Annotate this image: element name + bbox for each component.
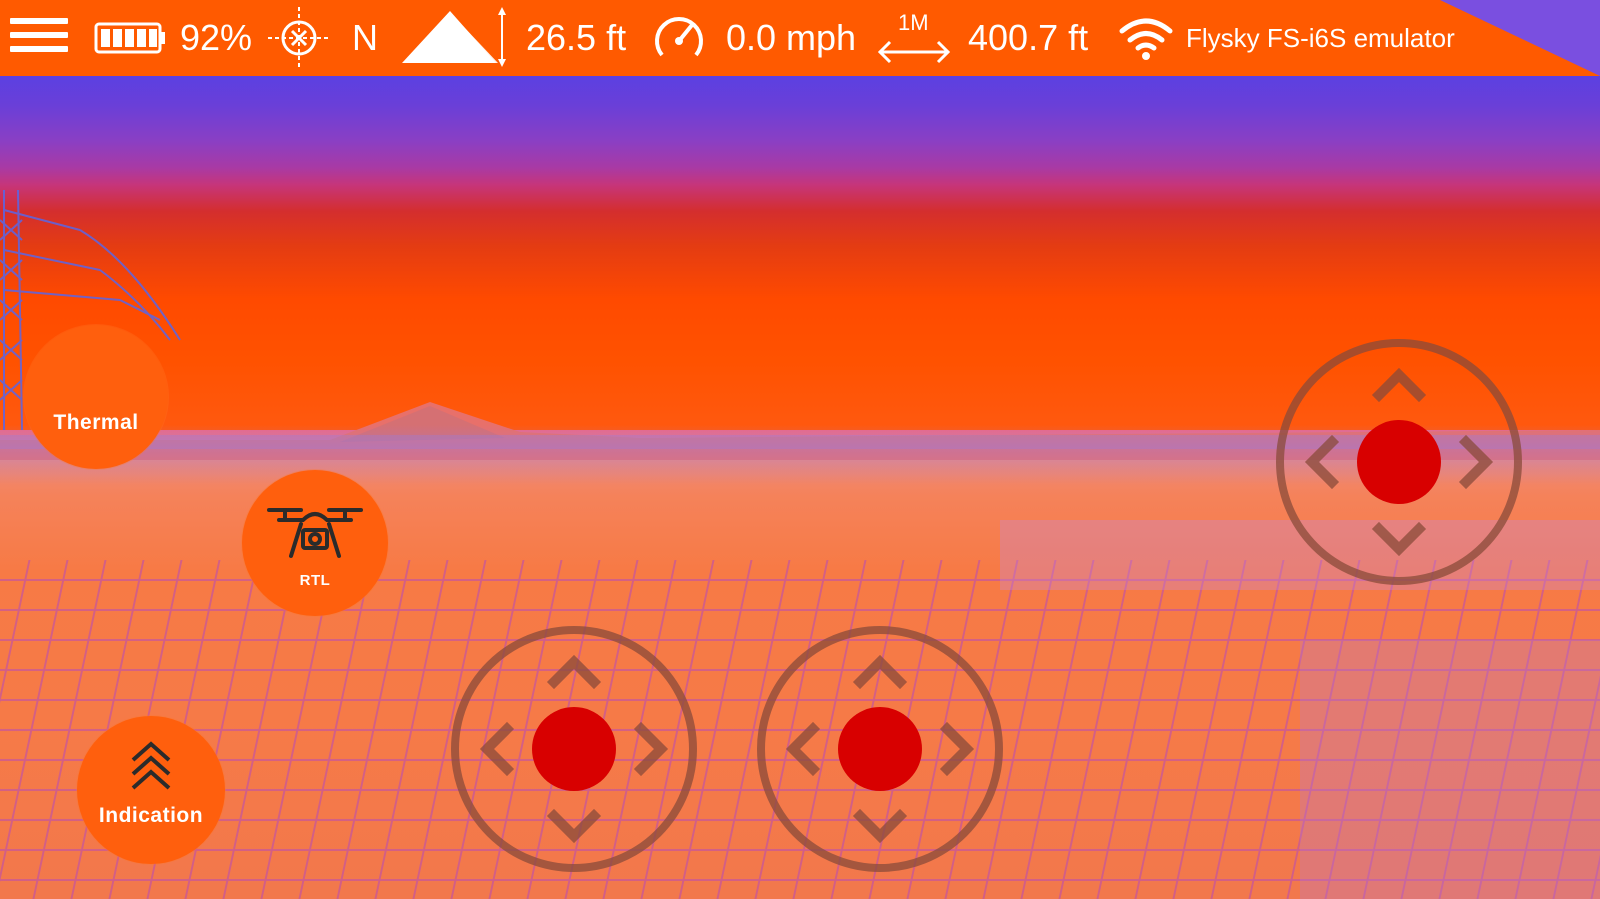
stick-right-arrow <box>633 721 669 777</box>
center-joystick[interactable] <box>755 624 1005 874</box>
gps-status: N <box>268 0 378 76</box>
stick-up-arrow <box>1371 367 1427 403</box>
speed-status: 0.0 mph <box>652 0 856 76</box>
stick-knob <box>1357 420 1441 504</box>
rtl-button[interactable]: RTL <box>242 470 388 616</box>
altitude-mountain-icon <box>402 7 506 67</box>
stick-knob <box>838 707 922 791</box>
stick-up-arrow <box>852 654 908 690</box>
indication-button-label: Indication <box>98 804 204 827</box>
thermal-button-label: Thermal <box>53 411 139 434</box>
battery-icon <box>94 22 165 54</box>
battery-percent: 92% <box>180 17 253 58</box>
speedometer-icon <box>655 17 703 57</box>
stick-left-arrow <box>1304 434 1340 490</box>
distance-value: 400.7 ft <box>968 17 1089 58</box>
stick-left-arrow <box>479 721 515 777</box>
chevrons-up-icon <box>131 741 171 790</box>
stick-down-arrow <box>1371 521 1427 557</box>
device-name: Flysky FS-i6S emulator <box>1186 22 1455 53</box>
stick-left-arrow <box>785 721 821 777</box>
right-joystick[interactable] <box>1274 337 1524 587</box>
stick-right-arrow <box>1458 434 1494 490</box>
rtl-button-label: RTL <box>299 572 331 589</box>
thermal-button[interactable]: Thermal <box>24 325 168 469</box>
drone-camera-icon <box>267 508 363 558</box>
stick-down-arrow <box>546 808 602 844</box>
distance-status: 1M 400.7 ft <box>876 0 1088 76</box>
connection-status: Flysky FS-i6S emulator <box>1118 0 1455 76</box>
battery-status: 92% <box>94 0 252 76</box>
stick-right-arrow <box>939 721 975 777</box>
altitude-value: 26.5 ft <box>526 17 627 58</box>
status-bar: 92% N 26.5 ft 0.0 mph 1M 400.7 ft Flysky… <box>0 0 1600 76</box>
indication-button[interactable]: Indication <box>77 716 225 864</box>
heading-text: N <box>352 17 378 58</box>
altitude-status: 26.5 ft <box>402 0 626 76</box>
stick-knob <box>532 707 616 791</box>
stick-down-arrow <box>852 808 908 844</box>
distance-arrows-icon: 1M <box>876 8 952 68</box>
wifi-icon <box>1119 18 1173 60</box>
stick-up-arrow <box>546 654 602 690</box>
speed-value: 0.0 mph <box>726 17 857 58</box>
gps-crosshair-icon <box>268 7 330 69</box>
left-joystick[interactable] <box>449 624 699 874</box>
hamburger-menu-icon[interactable] <box>10 18 68 60</box>
